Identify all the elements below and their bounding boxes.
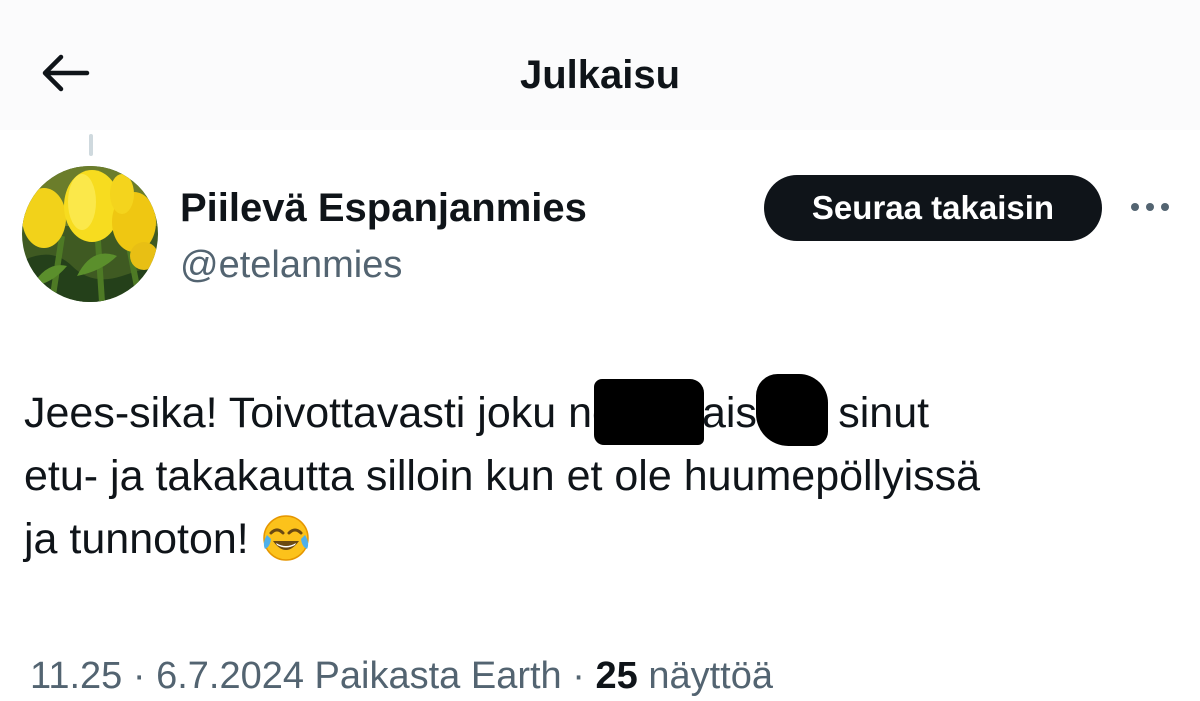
- page-title: Julkaisu: [519, 53, 681, 97]
- thread-connector: [89, 134, 93, 156]
- post-text-segment: Jees-sika! Toivottavasti joku: [24, 389, 569, 437]
- follow-back-button[interactable]: Seuraa takaisin: [764, 175, 1102, 241]
- views-label: näyttöä: [648, 655, 773, 697]
- post-line-1: Jees-sika! Toivottavasti joku ne eri rai…: [24, 374, 1174, 446]
- post-detail-screen: Julkaisu Piilevä Espanjanmies @etelanmie…: [0, 0, 1200, 701]
- views-count: 25: [595, 655, 638, 697]
- more-options-button[interactable]: [1126, 190, 1174, 226]
- post-text-segment: sinut: [826, 389, 930, 437]
- author-display-name[interactable]: Piilevä Espanjanmies: [180, 182, 587, 234]
- post-date[interactable]: 6.7.2024: [156, 655, 304, 697]
- meta-separator: ·: [122, 655, 157, 697]
- post-body: Jees-sika! Toivottavasti joku ne eri rai…: [24, 374, 1174, 581]
- post-meta: 11.25 · 6.7.2024 Paikasta Earth · 25 näy…: [30, 652, 773, 700]
- post-line-3: ja tunnoton!: [24, 508, 1174, 581]
- post-location: Paikasta Earth: [314, 655, 562, 697]
- author-handle[interactable]: @etelanmies: [180, 240, 402, 290]
- post-text-segment: ja tunnoton!: [24, 515, 249, 563]
- redacted-word-2: aa: [756, 374, 829, 446]
- top-bar: Julkaisu: [0, 0, 1200, 130]
- post-time[interactable]: 11.25: [30, 655, 122, 697]
- redacted-word-1: ne eri: [568, 379, 705, 445]
- tulips-image: [22, 166, 158, 302]
- avatar[interactable]: [22, 166, 158, 302]
- meta-separator: ·: [561, 655, 596, 697]
- post-line-2: etu- ja takakautta silloin kun et ole hu…: [24, 452, 981, 500]
- more-horizontal-icon: [1130, 199, 1170, 217]
- face-with-tears-of-joy-icon: [261, 513, 311, 581]
